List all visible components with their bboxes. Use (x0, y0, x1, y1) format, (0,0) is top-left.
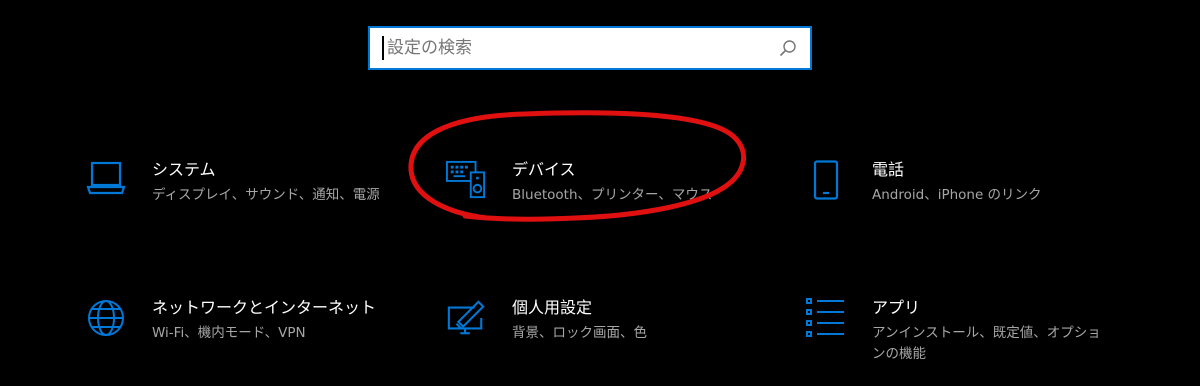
tile-system[interactable]: システム ディスプレイ、サウンド、通知、電源 (86, 160, 380, 206)
tile-description: アンインストール、既定値、オプションの機能 (872, 325, 1101, 362)
tile-description: Bluetooth、プリンター、マウス (512, 187, 713, 203)
tile-personalization[interactable]: 個人用設定 背景、ロック画面、色 (446, 298, 647, 344)
tile-description: 背景、ロック画面、色 (512, 325, 647, 341)
tile-phone[interactable]: 電話 Android、iPhone のリンク (806, 160, 1042, 206)
apps-list-icon (806, 298, 846, 338)
tile-title: アプリ (872, 298, 921, 317)
tile-title: デバイス (512, 160, 576, 179)
personalization-icon (446, 298, 486, 338)
search-input[interactable] (385, 27, 778, 69)
tile-title: 個人用設定 (512, 298, 593, 317)
tile-network[interactable]: ネットワークとインターネット Wi-Fi、機内モード、VPN (86, 298, 376, 344)
tile-apps[interactable]: アプリ アンインストール、既定値、オプションの機能 (806, 298, 1112, 365)
text-caret (382, 36, 384, 60)
globe-icon (86, 298, 126, 338)
tile-title: ネットワークとインターネット (152, 298, 377, 317)
devices-icon (446, 160, 486, 200)
tile-description: Wi-Fi、機内モード、VPN (152, 325, 306, 341)
search-icon[interactable] (778, 38, 798, 58)
tile-title: システム (152, 160, 216, 179)
laptop-icon (86, 160, 126, 200)
search-box[interactable] (368, 26, 812, 70)
tile-devices[interactable]: デバイス Bluetooth、プリンター、マウス (446, 160, 712, 206)
tile-title: 電話 (872, 160, 905, 179)
tile-description: Android、iPhone のリンク (872, 187, 1042, 203)
tile-description: ディスプレイ、サウンド、通知、電源 (152, 187, 380, 203)
phone-icon (806, 160, 846, 200)
